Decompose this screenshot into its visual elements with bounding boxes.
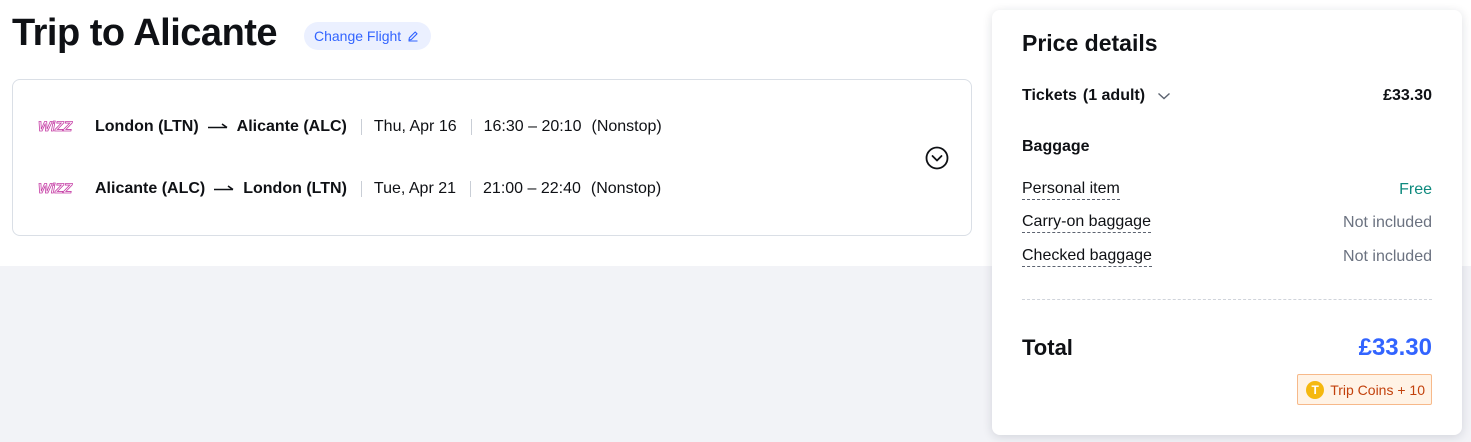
baggage-value: Not included [1343,214,1432,231]
flight-leg-outbound: WiZZ London (LTN) Alicante (ALC) Thu, Ap… [37,113,662,141]
change-flight-label: Change Flight [314,28,402,44]
divider [1022,299,1432,300]
chevron-down-icon [1158,92,1171,100]
total-row: Total £33.30 [1022,334,1432,362]
destination: Alicante (ALC) [236,118,347,135]
tickets-count: (1 adult) [1082,87,1146,104]
origin: Alicante (ALC) [95,180,206,197]
wizz-air-logo: WiZZ [38,180,73,197]
baggage-label[interactable]: Carry-on baggage [1022,213,1151,233]
trip-coins-label: Trip Coins + 10 [1330,381,1425,398]
flight-date: Thu, Apr 16 [373,118,457,135]
arrow-right-icon [214,185,234,191]
divider [360,181,362,197]
svg-text:WiZZ: WiZZ [38,118,73,134]
price-details-panel: Price details Tickets (1 adult) £33.30 B… [992,10,1462,435]
tickets-label: Tickets [1022,87,1077,104]
baggage-row-personal-item: Personal item Free [1022,179,1432,201]
tickets-toggle[interactable]: Tickets (1 adult) [1022,87,1171,105]
tickets-price: £33.30 [1383,87,1432,104]
flight-stops: (Nonstop) [591,118,662,135]
svg-text:WiZZ: WiZZ [38,180,73,196]
flight-summary-card: WiZZ London (LTN) Alicante (ALC) Thu, Ap… [12,79,972,236]
tickets-row: Tickets (1 adult) £33.30 [1022,85,1432,107]
route: Alicante (ALC) London (LTN) [95,180,347,198]
baggage-row-carry-on: Carry-on baggage Not included [1022,212,1432,234]
baggage-value: Free [1399,181,1432,198]
trip-coins-badge: T Trip Coins + 10 [1297,374,1432,405]
arrow-right-icon [207,123,228,129]
baggage-value: Not included [1343,248,1432,265]
flight-times: 21:00 – 22:40 [483,180,581,197]
pencil-icon [408,31,418,42]
destination: London (LTN) [243,180,347,197]
flight-times: 16:30 – 20:10 [483,118,582,135]
divider [470,119,472,135]
origin: London (LTN) [95,118,199,135]
total-price: £33.30 [1358,334,1432,361]
baggage-heading: Baggage [1022,138,1090,155]
flight-stops: (Nonstop) [590,180,662,197]
wizz-air-logo: WiZZ [38,118,73,135]
total-label: Total [1022,335,1073,360]
route: London (LTN) Alicante (ALC) [95,118,347,136]
baggage-row-checked: Checked baggage Not included [1022,246,1432,268]
change-flight-button[interactable]: Change Flight [304,22,432,50]
divider [470,181,472,197]
divider [360,119,362,135]
page-title: Trip to Alicante [12,12,278,54]
price-details-title: Price details [1022,30,1158,56]
baggage-label[interactable]: Checked baggage [1022,247,1152,267]
flight-date: Tue, Apr 21 [373,180,457,197]
baggage-label[interactable]: Personal item [1022,180,1120,200]
flight-leg-return: WiZZ Alicante (ALC) London (LTN) Tue, Ap… [37,175,661,203]
trip-coin-icon: T [1306,380,1325,399]
expand-chevron-icon[interactable] [925,146,949,170]
